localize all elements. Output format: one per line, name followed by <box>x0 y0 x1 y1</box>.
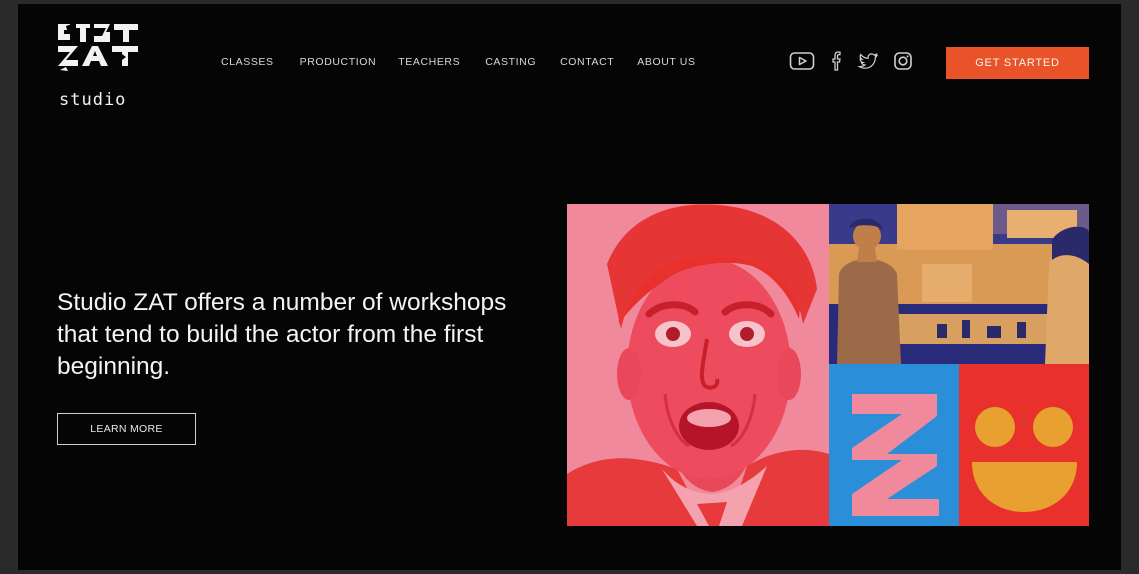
studio-zat-logo[interactable]: studio <box>56 22 142 114</box>
social-links <box>789 50 913 77</box>
nav-item-production[interactable]: PRODUCTION <box>300 56 377 68</box>
portrait-panel <box>567 204 829 526</box>
twitter-icon[interactable] <box>857 51 879 76</box>
main-nav: CLASSES PRODUCTION TEACHERS CASTING CONT… <box>221 56 722 68</box>
hero-headline: Studio ZAT offers a number of workshops … <box>57 289 507 380</box>
youtube-icon[interactable] <box>789 51 815 76</box>
zat-logo-mark <box>58 24 138 71</box>
learn-more-button[interactable]: LEARN MORE <box>57 413 196 445</box>
nav-item-teachers[interactable]: TEACHERS <box>398 56 460 68</box>
nav-item-contact[interactable]: CONTACT <box>560 56 614 68</box>
facebook-icon[interactable] <box>829 50 843 77</box>
nav-item-classes[interactable]: CLASSES <box>221 56 274 68</box>
page-frame: studio CLASSES PRODUCTION TEACHERS CASTI… <box>18 4 1121 570</box>
logo-wordmark: studio <box>59 90 127 110</box>
nav-item-about-us[interactable]: ABOUT US <box>637 56 695 68</box>
rehearsal-photo-panel <box>829 204 1089 364</box>
hero-collage-image <box>567 204 1089 526</box>
z-letter-panel <box>829 364 959 526</box>
get-started-button[interactable]: GET STARTED <box>946 47 1089 79</box>
instagram-icon[interactable] <box>893 51 913 76</box>
smiley-panel <box>959 364 1089 526</box>
nav-item-casting[interactable]: CASTING <box>485 56 536 68</box>
